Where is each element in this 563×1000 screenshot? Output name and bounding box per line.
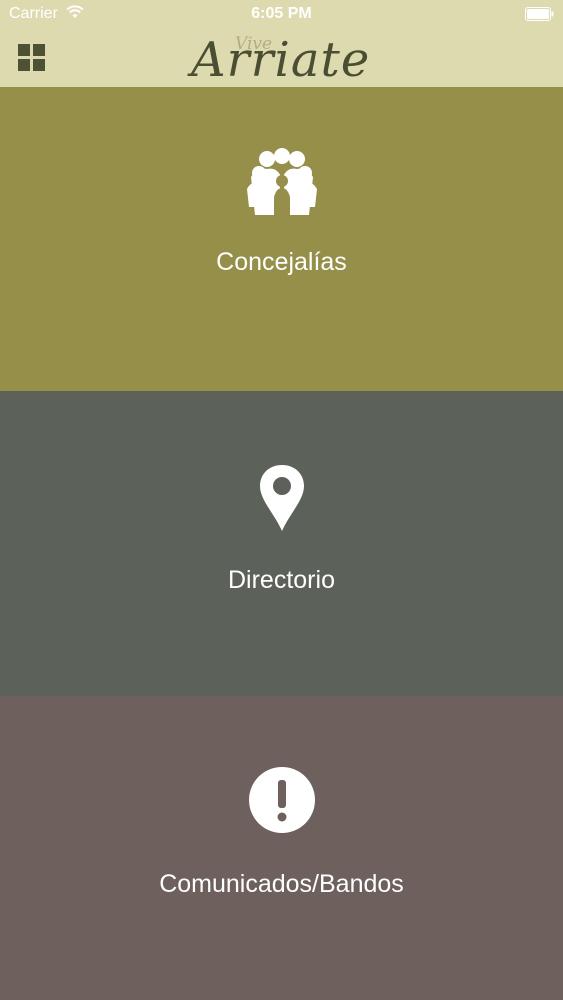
top-bar: Carrier 6:05 PM Arriate Vive: [0, 0, 563, 88]
grid-menu-button[interactable]: [16, 42, 48, 74]
logo-small-text: Vive: [235, 34, 273, 54]
status-bar: Carrier 6:05 PM: [0, 0, 563, 30]
section-label: Directorio: [228, 566, 335, 594]
app-logo: Arriate Vive: [185, 28, 385, 88]
alert-circle-icon: [0, 766, 563, 839]
section-concejalias[interactable]: Concejalías: [0, 87, 563, 391]
section-label: Comunicados/Bandos: [159, 870, 404, 898]
app-screen: Carrier 6:05 PM Arriate Vive Concejalías…: [0, 0, 563, 1000]
people-group-icon: [0, 147, 563, 222]
section-comunicados-bandos[interactable]: Comunicados/Bandos: [0, 696, 563, 1000]
section-label: Concejalías: [216, 248, 347, 276]
clock-time: 6:05 PM: [251, 5, 312, 22]
battery-icon: [525, 7, 555, 21]
logo-main-text: Arriate: [191, 32, 371, 88]
section-directorio[interactable]: Directorio: [0, 391, 563, 696]
map-pin-icon: [0, 463, 563, 538]
grid-menu-icon: [18, 44, 45, 71]
